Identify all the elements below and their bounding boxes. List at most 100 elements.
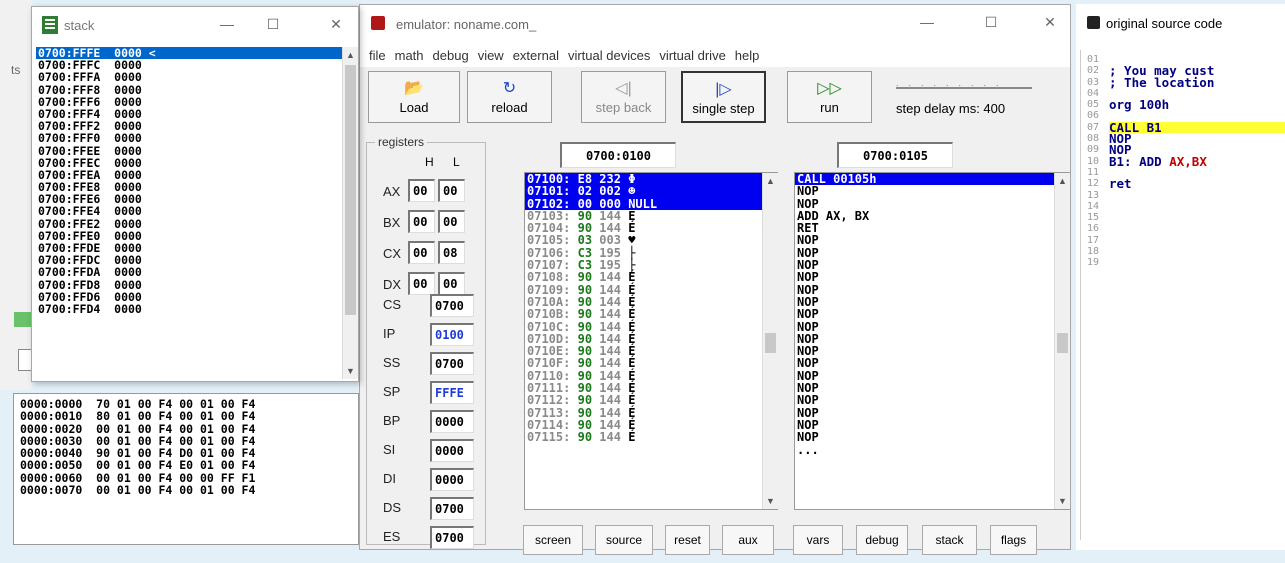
register-di-value[interactable]: 0000 [430,468,474,491]
scroll-thumb[interactable] [345,65,356,315]
close-icon[interactable]: ✕ [327,15,345,33]
disasm-row[interactable]: RET [795,222,1069,235]
scroll-down-icon[interactable]: ▼ [1055,493,1070,509]
scroll-up-icon[interactable]: ▲ [763,173,778,189]
register-bx-l[interactable]: 00 [438,210,465,233]
disasm-row[interactable]: NOP [795,333,1069,346]
source-line[interactable]: B1: ADD AX,BX [1109,155,1285,168]
minimize-icon[interactable]: — [218,15,236,33]
tab-screen-button[interactable]: screen [523,525,583,555]
stack-row[interactable]: 0700:FFFA 0000 [36,71,342,83]
register-cx-l[interactable]: 08 [438,241,465,264]
memory-dump-row[interactable]: 0000:0050 00 01 00 F4 E0 01 00 F4 [20,459,358,472]
disasm-row[interactable]: NOP [795,271,1069,284]
source-titlebar[interactable]: original source code [1076,4,1285,40]
source-line[interactable] [1109,190,1285,201]
source-line[interactable]: org 100h [1109,98,1285,111]
disasm-row[interactable]: NOP [795,308,1069,321]
disasm-row[interactable]: NOP [795,185,1069,198]
maximize-icon[interactable]: ☐ [264,15,282,33]
disasm-row[interactable]: NOP [795,320,1069,333]
menu-item-external[interactable]: external [504,43,559,63]
disasm-row[interactable]: NOP [795,283,1069,296]
register-ip-value[interactable]: 0100 [430,323,474,346]
disasm-row[interactable]: ... [795,443,1069,456]
scroll-down-icon[interactable]: ▼ [343,363,358,379]
disasm-row[interactable]: NOP [795,259,1069,272]
scroll-up-icon[interactable]: ▲ [1055,173,1070,189]
stack-row[interactable]: 0700:FFD8 0000 [36,278,342,291]
tab-debug-button[interactable]: debug [856,525,908,555]
source-line[interactable] [1109,212,1285,223]
disasm-row[interactable]: NOP [795,246,1069,259]
register-cs-value[interactable]: 0700 [430,294,474,317]
menu-item-virtual-drive[interactable]: virtual drive [650,43,725,63]
scroll-down-icon[interactable]: ▼ [763,493,778,509]
stack-row[interactable]: 0700:FFF8 0000 [36,83,342,96]
disasm-row[interactable]: NOP [795,406,1069,419]
stack-row[interactable]: 0700:FFE2 0000 [36,218,342,230]
emulator-titlebar[interactable]: emulator: noname.com_ — ☐ ✕ [360,5,1070,43]
memory-dump-list[interactable]: 0000:0000 70 01 00 F4 00 01 00 F4 0000:00… [13,393,359,545]
memory-scrollbar[interactable]: ▲ ▼ [762,173,778,509]
run-button[interactable]: ▷▷ run [787,71,872,123]
tab-aux-button[interactable]: aux [722,525,774,555]
memory-dump-row[interactable]: 0000:0070 00 01 00 F4 00 01 00 F4 [20,484,358,497]
register-ds-value[interactable]: 0700 [430,497,474,520]
register-dx-l[interactable]: 00 [438,272,465,295]
memory-list[interactable]: 07100: E8 232 Φ 07101: 02 002 ☻ 07102: 00 … [524,172,778,510]
reload-button[interactable]: ↻ reload [467,71,552,123]
source-editor[interactable]: 01 02 03 04 05 06 07 08 09 10 11 12 13 14 15 16 17 18 19 ;… [1080,50,1285,540]
register-bx-h[interactable]: 00 [408,210,435,233]
stack-row[interactable]: 0700:FFD4 0000 [36,303,342,315]
source-line[interactable] [1109,223,1285,234]
single-step-button[interactable]: |▷ single step [681,71,766,123]
disasm-row[interactable]: NOP [795,357,1069,370]
scroll-thumb[interactable] [1057,333,1068,353]
scroll-up-icon[interactable]: ▲ [343,47,358,63]
step-delay-slider[interactable] [896,87,1032,89]
disasm-address-field[interactable]: 0700:0105 [837,142,953,168]
source-line[interactable] [1109,246,1285,257]
source-line[interactable]: CALL B1 [1109,121,1285,134]
source-code[interactable]: ; You may cust; The location org 100h CALL… [1109,54,1285,269]
register-si-value[interactable]: 0000 [430,439,474,462]
stack-row[interactable]: 0700:FFEE 0000 [36,144,342,157]
disasm-row[interactable]: ADD AX, BX [795,210,1069,223]
menu-item-virtual-devices[interactable]: virtual devices [559,43,650,63]
source-line[interactable] [1109,257,1285,268]
source-line[interactable]: ; The location [1109,76,1285,89]
memory-dump-row[interactable]: 0000:0010 80 01 00 F4 00 01 00 F4 [20,410,358,423]
source-line[interactable]: ret [1109,177,1285,190]
register-ax-h[interactable]: 00 [408,179,435,202]
disasm-row[interactable]: NOP [795,345,1069,358]
stack-row[interactable]: 0700:FFDA 0000 [36,266,342,278]
stack-row[interactable]: 0700:FFE4 0000 [36,205,342,217]
menu-item-file[interactable]: file [360,43,386,63]
register-cx-h[interactable]: 00 [408,241,435,264]
menu-item-math[interactable]: math [386,43,424,63]
memory-row[interactable]: 07115: 90 144 É [525,431,777,443]
disasm-row[interactable]: NOP [795,234,1069,247]
menu-item-help[interactable]: help [726,43,760,63]
stack-scrollbar[interactable]: ▲ ▼ [342,47,358,379]
register-dx-h[interactable]: 00 [408,272,435,295]
register-ss-value[interactable]: 0700 [430,352,474,375]
tab-flags-button[interactable]: flags [990,525,1037,555]
tab-stack-button[interactable]: stack [922,525,977,555]
disasm-row[interactable]: NOP [795,419,1069,432]
register-ax-l[interactable]: 00 [438,179,465,202]
register-bp-value[interactable]: 0000 [430,410,474,433]
menu-item-view[interactable]: view [469,43,504,63]
menu-item-debug[interactable]: debug [424,43,469,63]
source-line[interactable] [1109,235,1285,246]
tab-vars-button[interactable]: vars [793,525,843,555]
source-line[interactable] [1109,201,1285,212]
step-delay-control[interactable]: ......... step delay ms: 400 [890,75,1040,121]
stack-titlebar[interactable]: stack — ☐ ✕ [32,7,358,43]
disasm-scrollbar[interactable]: ▲ ▼ [1054,173,1070,509]
disasm-row[interactable]: NOP [795,394,1069,407]
close-icon[interactable]: ✕ [1041,13,1059,31]
tab-source-button[interactable]: source [595,525,653,555]
scroll-thumb[interactable] [765,333,776,353]
